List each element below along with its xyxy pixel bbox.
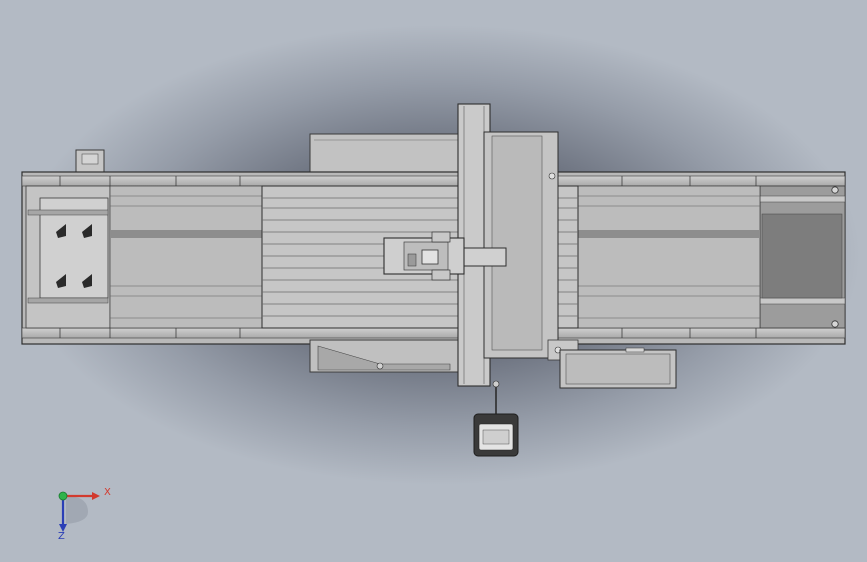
reference-triad: X Z bbox=[48, 482, 118, 544]
pendant-screen-inner bbox=[482, 429, 510, 445]
cad-viewport[interactable]: X Z bbox=[0, 0, 867, 562]
x-axis-arrow bbox=[92, 492, 100, 500]
right-guideway-dark-strip bbox=[578, 230, 760, 238]
left-guideway bbox=[109, 185, 263, 329]
spindle-clamp bbox=[431, 269, 451, 281]
spindle-clamp bbox=[431, 231, 451, 243]
left-rail-bar-bottom bbox=[27, 297, 109, 304]
sensor-box-inner bbox=[81, 153, 99, 165]
right-bolt-bottom bbox=[831, 320, 839, 328]
cable-gland bbox=[492, 380, 500, 388]
cabinet-door bbox=[565, 353, 671, 385]
bracket-bolt bbox=[548, 172, 556, 180]
left-guideway-dark-strip bbox=[110, 230, 262, 238]
bed-top-rail bbox=[21, 175, 846, 187]
machine-model-top-view[interactable] bbox=[0, 0, 867, 562]
left-rail-bar-top bbox=[27, 209, 109, 216]
right-inner-slot bbox=[761, 213, 843, 299]
right-guideway bbox=[577, 185, 761, 329]
z-axis-label: Z bbox=[58, 531, 65, 542]
cabinet-handle bbox=[625, 347, 645, 353]
spindle-nose bbox=[421, 249, 439, 265]
carriage-inner-panel bbox=[491, 135, 543, 351]
triad-shadow bbox=[66, 496, 88, 524]
right-bolt-top bbox=[831, 186, 839, 194]
bed-bottom-rail bbox=[21, 327, 846, 339]
spindle-motor-block bbox=[407, 253, 417, 267]
y-axis-dot bbox=[58, 491, 68, 501]
right-rail-bar-top bbox=[759, 195, 846, 203]
right-rail-bar-bottom bbox=[759, 297, 846, 305]
x-axis-label: X bbox=[104, 487, 111, 498]
chute-fitting bbox=[376, 362, 384, 370]
